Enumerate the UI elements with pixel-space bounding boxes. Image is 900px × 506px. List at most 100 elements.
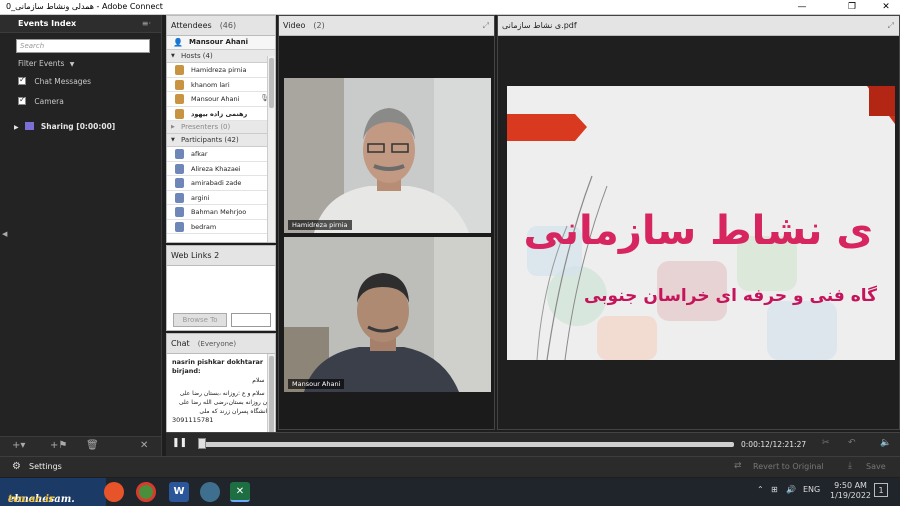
list-item[interactable]: argini [167,191,275,205]
list-item[interactable]: Alireza Khazaei [167,162,275,176]
chat-messages-filter[interactable]: Chat Messages [18,75,91,86]
chevron-down-icon: ▼ [69,61,75,68]
attendees-header: Attendees (46) [167,16,275,36]
participant-name: Bahman Mehrjoo [191,208,247,216]
save-button[interactable]: Save [866,462,886,471]
list-item[interactable]: Hamidreza pirnia [167,63,275,78]
chat-header: Chat (Everyone) [167,334,275,354]
close-button[interactable]: ✕ [872,0,900,15]
host-avatar-icon [175,108,184,119]
revert-to-original-button[interactable]: Revert to Original [753,462,824,471]
fullscreen-icon[interactable]: ⤢ [483,21,489,31]
list-item[interactable]: bedram [167,220,275,234]
adobe-connect-icon[interactable]: ✕ [230,482,250,502]
chat-line: با سلام و ع :روزانه ،بستان رضا علی [179,390,270,397]
clock-time: 9:50 AM [834,481,867,490]
notification-center-icon[interactable]: 1 [874,483,888,497]
participants-section[interactable]: Participants (42) [167,134,275,147]
attendees-pod: Attendees(46) 👤 Mansour Ahani Hosts (4) … [166,15,276,243]
camera-feed: Mansour Ahani [284,237,491,392]
sharing-icon [25,122,35,130]
os-taskbar: ebnehesam. tvu.ac.ir W ✕ ⌃ ⊞ 🔊 ENG 9:50 A… [0,478,900,506]
camera-checkbox[interactable] [18,95,26,105]
revert-icon: ⇄ [734,461,742,471]
presenters-section[interactable]: Presenters (0) [167,121,275,134]
pause-button[interactable]: ❚❚ [172,438,187,448]
undo-icon[interactable]: ↶ [848,438,856,448]
hosts-section[interactable]: Hosts (4) [167,50,275,63]
list-item[interactable]: amirabadi zade [167,176,275,191]
events-search-input[interactable]: Search [16,39,150,53]
slide-subtitle: گاه فنی و حرفه ای خراسان جنوبی [583,286,877,306]
playback-time: 0:00:12/12:21:27 [741,440,807,449]
attendees-count: (46) [219,21,237,30]
share-pod: ی نشاط سازمانی.pdf ⤢ ی نشاط سازمانی گاه … [497,15,900,430]
list-item[interactable]: Mansour Ahani 🎙 [167,92,275,107]
save-icon: ⤓ [848,461,852,471]
window-title-bar: 0_همدلی ونشاط سازمانی - Adobe Connect — … [0,0,900,15]
camera-filter[interactable]: Camera [18,95,64,106]
gear-icon[interactable]: ⚙ [12,461,21,472]
maximize-button[interactable]: ❐ [838,0,866,15]
share-header: ی نشاط سازمانی.pdf ⤢ [498,16,899,36]
web-links-title: Web Links 2 [171,251,220,260]
cut-icon[interactable]: ✂ [822,438,830,448]
web-links-pod: Web Links 2 Browse To [166,245,276,331]
events-index-panel: Events Index ≡· Search Filter Events ▼ C… [0,15,162,456]
browse-to-button[interactable]: Browse To [173,313,227,327]
camera-image [284,78,491,233]
clock-date: 1/19/2022 [830,491,872,500]
input-language[interactable]: ENG [803,485,820,494]
chat-message: nasrin pishkar dokhtarar birjand: با سلا… [167,354,275,429]
speaker-icon[interactable]: 🔊 [786,485,796,494]
presenters-label: Presenters (0) [181,123,231,131]
share-document-title: ی نشاط سازمانی.pdf [502,21,577,30]
chat-messages-checkbox[interactable] [18,75,26,85]
list-item[interactable]: khanom lari [167,78,275,92]
window-title: 0_همدلی ونشاط سازمانی - Adobe Connect [6,2,163,11]
slide-canvas: ی نشاط سازمانی گاه فنی و حرفه ای خراسان … [507,86,895,360]
camera-feed: Hamidreza pirnia [284,78,491,233]
clock[interactable]: 9:50 AM 1/19/2022 [830,481,871,501]
participant-name: argini [191,193,210,202]
expand-arrow-icon[interactable]: ▶ [14,124,19,131]
app-icon[interactable] [200,482,220,502]
word-icon[interactable]: W [169,482,189,502]
web-link-select[interactable] [231,313,271,327]
firefox-icon[interactable] [104,482,124,502]
chat-sender: nasrin pishkar dokhtarar birjand: [172,358,264,375]
events-toolbar: +▾ +⚑ 🗑 ✕ [0,436,161,456]
add-bookmark-icon[interactable]: +⚑ [50,440,67,451]
list-item[interactable]: Bahman Mehrjoo [167,205,275,220]
participant-name: amirabadi zade [191,179,242,187]
my-status-row[interactable]: 👤 Mansour Ahani [167,36,275,50]
network-icon[interactable]: ⊞ [771,485,778,494]
chat-line: زن روزانه بستان،رضی الله رضا علی [178,399,270,406]
hosts-label: Hosts (4) [181,52,213,60]
video-pod: Video (2) ⤢ Hamidreza pirnia Mansour Aha… [278,15,495,430]
participant-name: bedram [191,222,217,231]
trash-icon[interactable]: 🗑 [86,440,99,451]
tools-icon[interactable]: ✕ [140,440,148,451]
settings-button[interactable]: Settings [29,462,62,471]
list-item[interactable]: رهنمی زاده بیهود [167,107,275,121]
add-marker-icon[interactable]: +▾ [12,440,25,451]
list-item[interactable]: afkar [167,147,275,162]
watermark-banner: ebnehesam. tvu.ac.ir [0,478,106,506]
attendees-scrollbar[interactable] [267,56,275,242]
chrome-icon[interactable] [136,482,156,502]
fullscreen-icon[interactable]: ⤢ [888,21,894,31]
playback-scrubber[interactable] [197,438,206,449]
playback-progress-track[interactable] [200,442,734,447]
events-menu-icon[interactable]: ≡· [142,19,151,28]
filter-events-dropdown[interactable]: Filter Events ▼ [18,59,74,68]
camera-name-label: Mansour Ahani [288,379,345,389]
tray-chevron-icon[interactable]: ⌃ [757,485,764,494]
volume-icon[interactable]: 🔈 [880,438,891,448]
collapse-left-icon[interactable]: ◀ [2,230,7,238]
camera-name-label: Hamidreza pirnia [288,220,352,230]
sharing-event[interactable]: ▶ Sharing [0:00:00] [14,122,115,131]
bottom-toolbar: ⚙ Settings ⇄ Revert to Original ⤓ Save [0,456,900,477]
minimize-button[interactable]: — [788,0,816,15]
chat-line: دانشگاه پسران زرند که ملی [199,408,270,415]
